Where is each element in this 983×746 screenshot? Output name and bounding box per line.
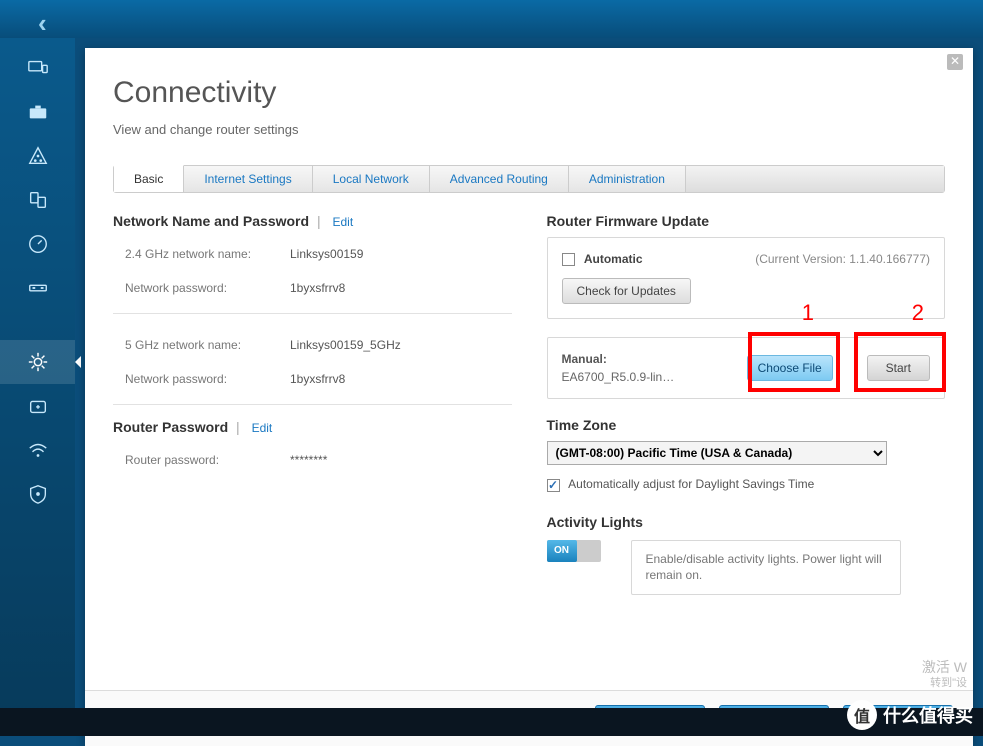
brand-circle-icon: 值: [847, 700, 877, 730]
back-chevron-icon[interactable]: ‹: [38, 8, 47, 39]
main-panel: ✕ Connectivity View and change router se…: [85, 48, 973, 746]
automatic-checkbox[interactable]: [562, 253, 575, 266]
pass5-value: 1byxsfrrv8: [290, 372, 345, 386]
sidebar-wireless-icon[interactable]: [0, 428, 75, 472]
firmware-manual-box: Manual: EA6700_R5.0.9-lin… Choose File S…: [547, 337, 946, 399]
manual-filename: EA6700_R5.0.9-lin…: [562, 370, 675, 384]
name5-value: Linksys00159_5GHz: [290, 338, 401, 352]
activity-description: Enable/disable activity lights. Power li…: [631, 540, 901, 596]
activation-watermark: 激活 W 转到"设: [922, 658, 967, 690]
annotation-2: 2: [912, 300, 924, 326]
activity-toggle[interactable]: ON: [547, 540, 601, 562]
routerpw-label: Router password:: [125, 453, 290, 467]
brand-overlay: 值 什么值得买: [847, 700, 973, 730]
timezone-select[interactable]: (GMT-08:00) Pacific Time (USA & Canada): [547, 441, 887, 465]
tab-filler: [686, 166, 944, 192]
routerpw-heading-text: Router Password: [113, 419, 228, 435]
routerpw-heading: Router Password | Edit: [113, 419, 512, 435]
automatic-label: Automatic: [584, 252, 643, 266]
name24-label: 2.4 GHz network name:: [125, 247, 290, 261]
timezone-heading: Time Zone: [547, 417, 946, 433]
bottom-strip: [0, 708, 983, 736]
tab-advanced-routing[interactable]: Advanced Routing: [430, 166, 569, 192]
tab-basic[interactable]: Basic: [114, 165, 184, 192]
dst-label: Automatically adjust for Daylight Saving…: [568, 477, 814, 491]
network-heading-text: Network Name and Password: [113, 213, 309, 229]
sidebar-briefcase-icon[interactable]: [0, 90, 75, 134]
name24-value: Linksys00159: [290, 247, 363, 261]
choose-file-button[interactable]: Choose File: [747, 355, 833, 381]
brand-text: 什么值得买: [883, 702, 973, 728]
routerpw-edit-link[interactable]: Edit: [252, 421, 273, 435]
manual-label: Manual:: [562, 352, 675, 366]
name5-label: 5 GHz network name:: [125, 338, 290, 352]
pass5-label: Network password:: [125, 372, 290, 386]
start-button[interactable]: Start: [867, 355, 930, 381]
pass24-value: 1byxsfrrv8: [290, 281, 345, 295]
check-updates-button[interactable]: Check for Updates: [562, 278, 691, 304]
network-edit-link[interactable]: Edit: [332, 215, 353, 229]
current-version: (Current Version: 1.1.40.166777): [755, 252, 930, 266]
network-heading: Network Name and Password | Edit: [113, 213, 512, 229]
top-bar: ‹: [0, 0, 983, 38]
tab-local-network[interactable]: Local Network: [313, 166, 430, 192]
toggle-state: ON: [547, 540, 577, 562]
close-icon[interactable]: ✕: [947, 54, 963, 70]
annotation-1: 1: [802, 300, 814, 326]
routerpw-value: ********: [290, 453, 327, 467]
sidebar-connectivity-icon[interactable]: [0, 340, 75, 384]
tab-internet-settings[interactable]: Internet Settings: [184, 166, 312, 192]
sidebar: [0, 38, 75, 736]
pass24-label: Network password:: [125, 281, 290, 295]
sidebar-devices-icon[interactable]: [0, 46, 75, 90]
page-subtitle: View and change router settings: [113, 122, 945, 137]
sidebar-security-icon[interactable]: [0, 472, 75, 516]
sidebar-speed-icon[interactable]: [0, 222, 75, 266]
sidebar-parental-icon[interactable]: [0, 134, 75, 178]
dst-checkbox[interactable]: [547, 479, 560, 492]
page-title: Connectivity: [113, 76, 945, 110]
sidebar-media-icon[interactable]: [0, 178, 75, 222]
sidebar-usb-icon[interactable]: [0, 266, 75, 310]
activity-heading: Activity Lights: [547, 514, 946, 530]
sidebar-troubleshoot-icon[interactable]: [0, 384, 75, 428]
tab-strip: Basic Internet Settings Local Network Ad…: [113, 165, 945, 193]
firmware-auto-box: Automatic (Current Version: 1.1.40.16677…: [547, 237, 946, 319]
firmware-heading: Router Firmware Update: [547, 213, 946, 229]
tab-administration[interactable]: Administration: [569, 166, 686, 192]
